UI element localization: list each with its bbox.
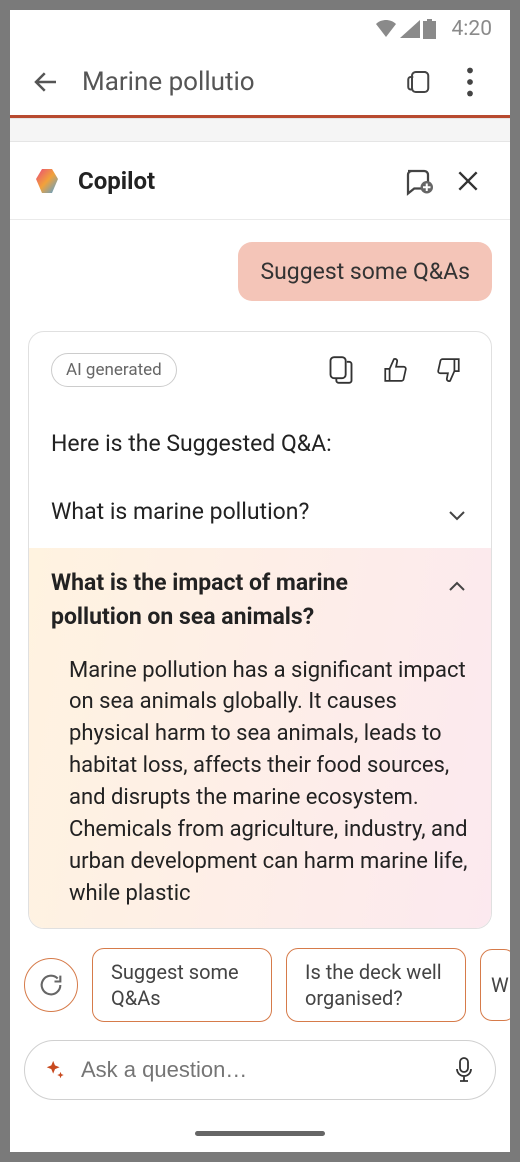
- arrow-left-icon: [31, 67, 61, 97]
- user-message: Suggest some Q&As: [238, 242, 492, 301]
- response-intro-text: Here is the Suggested Q&A:: [29, 408, 491, 477]
- copy-icon: [329, 356, 353, 384]
- status-time: 4:20: [452, 17, 493, 41]
- copilot-logo-icon: [32, 165, 64, 197]
- qa-item-collapsed[interactable]: What is marine pollution?: [29, 477, 491, 548]
- copilot-title: Copilot: [78, 167, 388, 195]
- question-input[interactable]: [81, 1057, 437, 1083]
- question-input-container: [24, 1040, 496, 1100]
- new-chat-button[interactable]: [398, 161, 438, 201]
- qa-answer-text: Marine pollution has a significant impac…: [51, 647, 469, 910]
- qa-item-expanded[interactable]: What is the impact of marine pollution o…: [29, 548, 491, 928]
- wifi-icon: [375, 20, 397, 38]
- chat-area: Suggest some Q&As AI generated Here is t…: [10, 220, 510, 930]
- suggestion-chip[interactable]: Suggest some Q&As: [92, 948, 272, 1022]
- close-icon: [455, 168, 481, 194]
- close-copilot-button[interactable]: [448, 161, 488, 201]
- back-button[interactable]: [30, 66, 62, 98]
- signal-icon: [400, 20, 420, 38]
- qa-header-row: What is the impact of marine pollution o…: [51, 566, 469, 635]
- qa-question-text: What is the impact of marine pollution o…: [51, 566, 433, 635]
- more-vertical-icon: [466, 67, 474, 97]
- device-frame: 4:20 Marine pollutio Copilot Suggest som…: [0, 0, 520, 1162]
- response-toolbar: AI generated: [29, 332, 491, 408]
- thumbs-down-button[interactable]: [429, 350, 469, 390]
- copilot-toolbar-button[interactable]: [402, 62, 442, 102]
- ai-generated-badge: AI generated: [51, 353, 177, 387]
- suggestion-chip[interactable]: W th: [480, 949, 516, 1021]
- thumbs-down-icon: [436, 357, 462, 383]
- microphone-icon: [453, 1057, 475, 1083]
- input-row: [10, 1032, 510, 1114]
- assistant-response-card: AI generated Here is the Suggested Q&A: …: [28, 331, 492, 929]
- thumbs-up-icon: [382, 357, 408, 383]
- suggestion-chip[interactable]: Is the deck well organised?: [286, 948, 466, 1022]
- copilot-icon: [407, 67, 437, 97]
- voice-input-button[interactable]: [451, 1057, 477, 1083]
- more-button[interactable]: [450, 62, 490, 102]
- copilot-header: Copilot: [10, 142, 510, 220]
- app-bar: Marine pollutio: [10, 48, 510, 118]
- chevron-up-icon: [445, 574, 469, 598]
- refresh-icon: [37, 971, 65, 999]
- suggestions-row: Suggest some Q&As Is the deck well organ…: [10, 930, 510, 1032]
- status-bar: 4:20: [10, 10, 510, 48]
- refresh-suggestions-button[interactable]: [24, 958, 78, 1012]
- copy-button[interactable]: [321, 350, 361, 390]
- chevron-down-icon: [445, 504, 469, 528]
- chat-plus-icon: [403, 166, 433, 196]
- qa-question-text: What is marine pollution?: [51, 495, 433, 530]
- status-icons: [375, 19, 436, 39]
- home-indicator: [10, 1114, 510, 1152]
- thumbs-up-button[interactable]: [375, 350, 415, 390]
- home-bar[interactable]: [195, 1131, 325, 1136]
- document-title: Marine pollutio: [82, 67, 394, 97]
- sparkle-icon: [43, 1058, 67, 1082]
- section-divider: [10, 118, 510, 142]
- battery-icon: [423, 19, 436, 39]
